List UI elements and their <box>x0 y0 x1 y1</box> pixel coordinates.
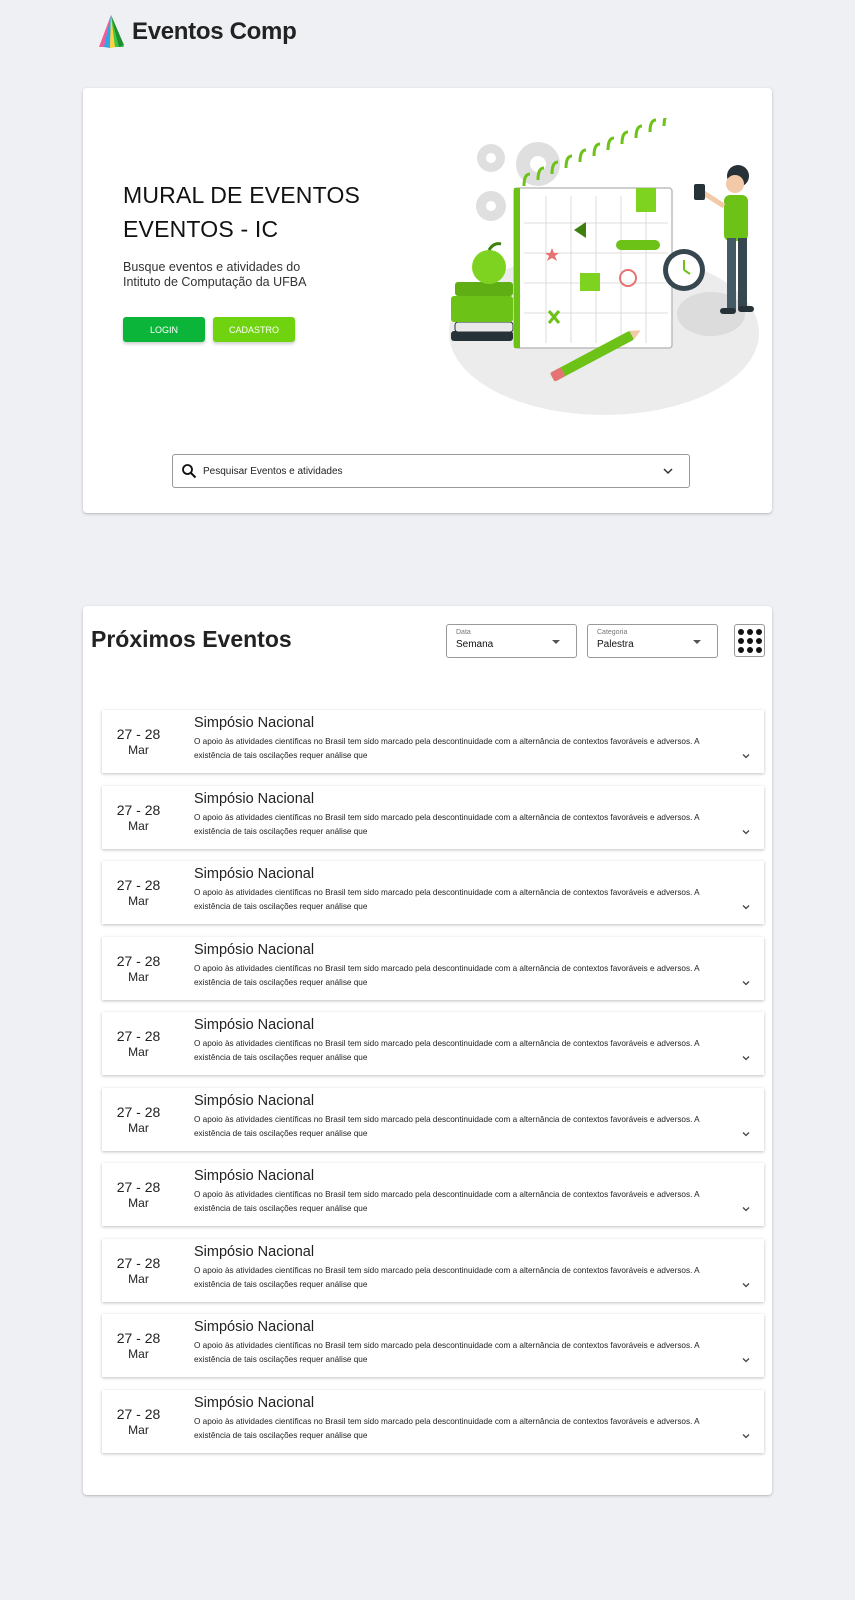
hero-title-line1: MURAL DE EVENTOS <box>123 182 361 208</box>
chevron-down-icon[interactable] <box>740 1128 752 1140</box>
event-month: Mar <box>128 1347 149 1361</box>
data-filter-select[interactable]: Data Semana <box>446 624 577 658</box>
event-date-range: 27 - 28 <box>116 726 161 742</box>
event-description: O apoio às atividades científicas no Bra… <box>194 1190 700 1213</box>
chevron-down-icon[interactable] <box>740 1203 752 1215</box>
data-filter-label: Data <box>456 629 471 636</box>
event-description: O apoio às atividades científicas no Bra… <box>194 737 700 760</box>
event-card[interactable]: 27 - 28 Mar Simpósio Nacional O apoio às… <box>102 1238 764 1302</box>
hero-title-line2: EVENTOS - IC <box>123 216 279 242</box>
event-date-range: 27 - 28 <box>116 1254 161 1271</box>
event-card[interactable]: 27 - 28 Mar Simpósio Nacional O apoio às… <box>102 1163 764 1226</box>
event-title: Simpósio Nacional <box>194 941 315 958</box>
event-date-range: 27 - 28 <box>116 1330 161 1346</box>
dropdown-arrow-icon <box>693 640 701 644</box>
app-header: Eventos Comp <box>96 12 297 52</box>
data-filter-value: Semana <box>456 639 494 650</box>
event-date: 27 - 28 Mar <box>102 1330 175 1361</box>
hero-subtitle-line2: Intituto de Computação da UFBA <box>123 275 307 289</box>
event-title: Simpósio Nacional <box>194 790 315 807</box>
event-date-range: 27 - 28 <box>116 877 161 893</box>
event-description: O apoio às atividades científicas no Bra… <box>194 888 700 911</box>
dropdown-arrow-icon <box>552 640 560 644</box>
event-month: Mar <box>128 1422 149 1437</box>
event-date-range: 27 - 28 <box>116 1179 161 1195</box>
event-list: 27 - 28 Mar Simpósio Nacional O apoio às… <box>102 710 764 1465</box>
event-month: Mar <box>128 1271 149 1286</box>
login-button[interactable]: LOGIN <box>123 317 205 342</box>
event-date-range: 27 - 28 <box>116 952 161 969</box>
event-title: Simpósio Nacional <box>194 866 315 882</box>
event-title: Simpósio Nacional <box>194 1092 315 1109</box>
chevron-down-icon[interactable] <box>740 750 752 762</box>
chevron-down-icon[interactable] <box>740 826 752 838</box>
event-date: 27 - 28 Mar <box>102 877 175 908</box>
event-date: 27 - 28 Mar <box>102 1104 175 1135</box>
event-date: 27 - 28 Mar <box>102 1028 175 1059</box>
event-description: O apoio às atividades científicas no Bra… <box>194 812 700 836</box>
event-title: Simpósio Nacional <box>194 1319 315 1335</box>
categoria-filter-select[interactable]: Categoria Palestra <box>587 624 718 658</box>
event-card[interactable]: 27 - 28 Mar Simpósio Nacional O apoio às… <box>102 1389 764 1453</box>
event-card[interactable]: 27 - 28 Mar Simpósio Nacional O apoio às… <box>102 1087 764 1151</box>
event-description: O apoio às atividades científicas no Bra… <box>194 963 700 987</box>
event-card[interactable]: 27 - 28 Mar Simpósio Nacional O apoio às… <box>102 1012 764 1075</box>
event-date: 27 - 28 Mar <box>102 1179 175 1210</box>
event-title: Simpósio Nacional <box>194 1394 315 1411</box>
event-description: O apoio às atividades científicas no Bra… <box>194 1341 700 1364</box>
event-month: Mar <box>128 1045 149 1059</box>
event-date: 27 - 28 Mar <box>102 953 175 984</box>
event-month: Mar <box>128 1120 149 1135</box>
eventos-comp-logo-icon[interactable] <box>96 14 126 50</box>
search-icon <box>182 464 197 479</box>
brand-name[interactable]: Eventos Comp <box>132 18 297 46</box>
event-date-range: 27 - 28 <box>116 801 161 818</box>
grid-view-icon[interactable] <box>734 624 765 657</box>
event-date: 27 - 28 Mar <box>102 726 175 757</box>
hero-card: MURAL DE EVENTOS EVENTOS - IC Busque eve… <box>83 88 772 513</box>
chevron-down-icon[interactable] <box>661 464 675 478</box>
event-description: O apoio às atividades científicas no Bra… <box>194 1039 700 1062</box>
hero-title: MURAL DE EVENTOS EVENTOS - IC <box>123 178 360 246</box>
categoria-filter-value: Palestra <box>597 639 634 650</box>
search-placeholder: Pesquisar Eventos e atividades <box>203 465 343 477</box>
event-description: O apoio às atividades científicas no Bra… <box>194 1265 700 1289</box>
event-date: 27 - 28 Mar <box>102 1406 175 1437</box>
event-title: Simpósio Nacional <box>194 1243 315 1260</box>
categoria-filter-label: Categoria <box>597 629 628 636</box>
event-card[interactable]: 27 - 28 Mar Simpósio Nacional O apoio às… <box>102 710 764 773</box>
event-date: 27 - 28 Mar <box>102 802 175 833</box>
search-bar[interactable]: Pesquisar Eventos e atividades <box>172 454 690 488</box>
chevron-down-icon[interactable] <box>740 1052 752 1064</box>
event-date-range: 27 - 28 <box>116 1103 161 1120</box>
event-title: Simpósio Nacional <box>194 1017 315 1033</box>
section-title: Próximos Eventos <box>91 626 292 652</box>
chevron-down-icon[interactable] <box>740 1430 752 1442</box>
event-date: 27 - 28 Mar <box>102 1255 175 1286</box>
upcoming-events-panel: Próximos Eventos Data Semana Categoria P… <box>83 606 772 1495</box>
cadastro-button[interactable]: CADASTRO <box>213 317 295 342</box>
event-month: Mar <box>128 894 149 908</box>
event-month: Mar <box>128 818 149 833</box>
chevron-down-icon[interactable] <box>740 977 752 989</box>
calendar-illustration <box>449 118 759 415</box>
event-description: O apoio às atividades científicas no Bra… <box>194 1114 700 1138</box>
event-card[interactable]: 27 - 28 Mar Simpósio Nacional O apoio às… <box>102 785 764 849</box>
event-month: Mar <box>128 969 149 984</box>
event-month: Mar <box>128 1196 149 1210</box>
event-date-range: 27 - 28 <box>116 1028 161 1044</box>
event-card[interactable]: 27 - 28 Mar Simpósio Nacional O apoio às… <box>102 861 764 924</box>
event-card[interactable]: 27 - 28 Mar Simpósio Nacional O apoio às… <box>102 1314 764 1377</box>
hero-subtitle: Busque eventos e atividades do Intituto … <box>123 260 306 290</box>
chevron-down-icon[interactable] <box>740 1354 752 1366</box>
event-month: Mar <box>128 743 149 757</box>
event-card[interactable]: 27 - 28 Mar Simpósio Nacional O apoio às… <box>102 936 764 1000</box>
chevron-down-icon[interactable] <box>740 901 752 913</box>
event-date-range: 27 - 28 <box>116 1405 161 1422</box>
hero-subtitle-line1: Busque eventos e atividades do <box>123 260 301 274</box>
event-title: Simpósio Nacional <box>194 1168 315 1184</box>
event-description: O apoio às atividades científicas no Bra… <box>194 1416 700 1440</box>
chevron-down-icon[interactable] <box>740 1279 752 1291</box>
event-title: Simpósio Nacional <box>194 715 315 731</box>
